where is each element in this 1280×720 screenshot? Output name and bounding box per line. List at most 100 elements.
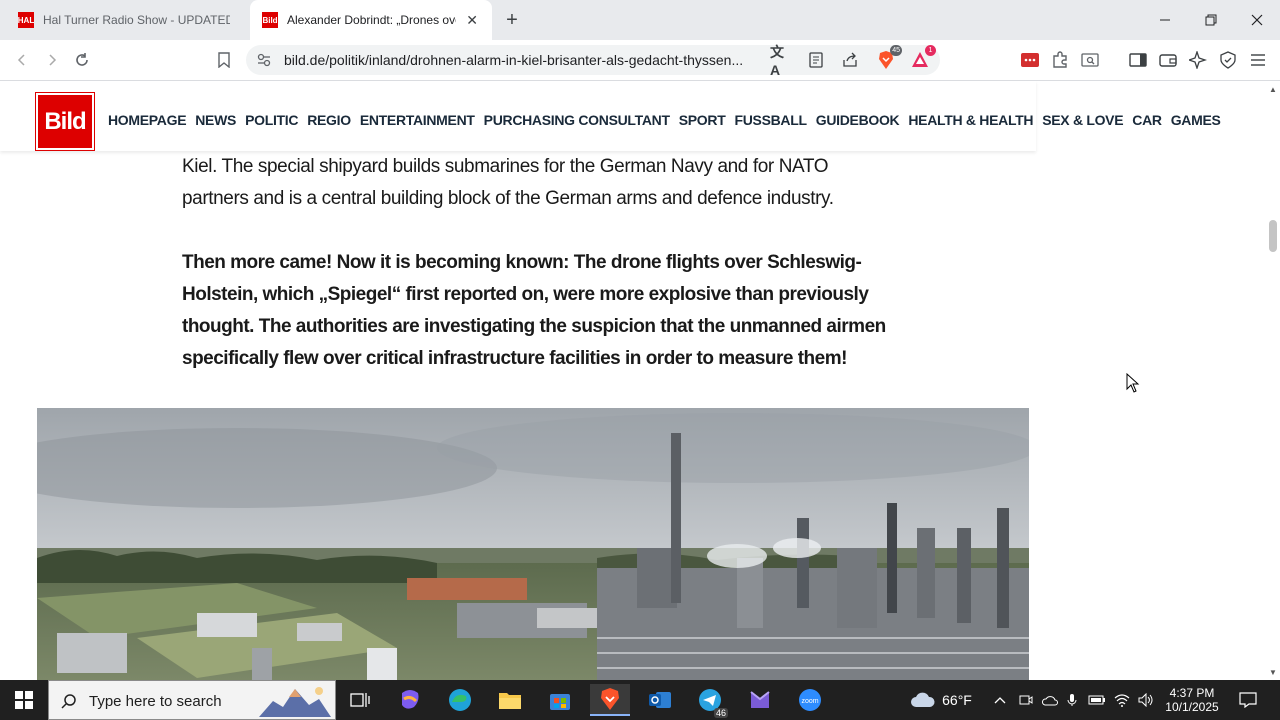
wifi-button[interactable]: [1112, 680, 1132, 720]
svg-text:zoom: zoom: [801, 698, 818, 705]
clock-time: 4:37 PM: [1169, 686, 1215, 700]
close-tab-icon[interactable]: ✕: [464, 12, 480, 28]
nav-health[interactable]: HEALTH & HEALTH: [908, 112, 1033, 128]
shields-count-badge: 45: [890, 45, 902, 56]
site-settings-icon[interactable]: [256, 52, 272, 73]
nav-games[interactable]: GAMES: [1171, 112, 1221, 128]
copilot-app[interactable]: [390, 684, 430, 716]
weather-widget[interactable]: 66°F: [906, 680, 976, 720]
outlook-app[interactable]: [640, 684, 680, 716]
nav-regio[interactable]: REGIO: [307, 112, 351, 128]
zoom-app[interactable]: zoom: [790, 684, 830, 716]
main-menu-button[interactable]: [1246, 48, 1270, 72]
nav-purchasing-consultant[interactable]: PURCHASING CONSULTANT: [484, 112, 670, 128]
close-window-button[interactable]: [1234, 0, 1280, 40]
notification-center-button[interactable]: [1234, 680, 1262, 720]
translate-icon: 文A: [770, 44, 784, 78]
scrollbar-thumb[interactable]: [1269, 220, 1277, 252]
brave-app[interactable]: [590, 684, 630, 716]
wallet-icon: [1159, 54, 1177, 67]
teams-app[interactable]: [740, 684, 780, 716]
article-body: Kiel. The special shipyard builds submar…: [182, 151, 892, 375]
share-button[interactable]: [838, 48, 862, 72]
nav-politic[interactable]: POLITIC: [245, 112, 298, 128]
scroll-down-icon[interactable]: ▼: [1269, 668, 1277, 677]
vpn-shield-icon: [1220, 51, 1236, 69]
address-bar[interactable]: bild.de/politik/inland/drohnen-alarm-in-…: [246, 45, 940, 75]
extensions-menu-button[interactable]: [1048, 48, 1072, 72]
minimize-button[interactable]: [1142, 0, 1188, 40]
scroll-up-icon[interactable]: ▲: [1269, 85, 1277, 94]
nav-homepage[interactable]: HOMEPAGE: [108, 112, 187, 128]
share-icon: [843, 52, 857, 67]
url-text: bild.de/politik/inland/drohnen-alarm-in-…: [284, 52, 744, 68]
wifi-icon: [1114, 694, 1130, 707]
bookmark-icon: [218, 52, 230, 68]
extension-button[interactable]: [1018, 48, 1042, 72]
nav-fussball[interactable]: FUSSBALL: [734, 112, 807, 128]
copilot-icon: [402, 690, 419, 709]
meet-now-button[interactable]: [1016, 680, 1036, 720]
volume-button[interactable]: [1136, 680, 1156, 720]
brave-shields-button[interactable]: 45: [874, 45, 902, 72]
tab-strip: HAL Hal Turner Radio Show - UPDATED 1 Bi…: [0, 0, 1280, 40]
hamburger-icon: [1251, 54, 1265, 66]
tab-title: Hal Turner Radio Show - UPDATED 1: [43, 13, 230, 27]
teams-icon: [750, 691, 770, 708]
brave-rewards-button[interactable]: 1: [908, 45, 936, 72]
microphone-button[interactable]: [1064, 680, 1080, 720]
forward-button[interactable]: [40, 48, 64, 72]
nav-sport[interactable]: SPORT: [679, 112, 726, 128]
start-button[interactable]: [0, 680, 48, 720]
hal-favicon: HAL: [18, 12, 34, 28]
chevron-up-icon: [994, 697, 1006, 704]
nav-entertainment[interactable]: ENTERTAINMENT: [360, 112, 475, 128]
store-app[interactable]: [540, 684, 580, 716]
nav-car[interactable]: CAR: [1132, 112, 1162, 128]
bild-logo[interactable]: Bild: [35, 92, 95, 151]
tab-bild-article[interactable]: Bild Alexander Dobrindt: „Drones ove ✕: [250, 0, 492, 40]
back-button[interactable]: [10, 48, 34, 72]
extension-red-icon: [1021, 53, 1039, 67]
bild-favicon: Bild: [262, 12, 278, 28]
sidebar-icon: [1129, 53, 1147, 67]
site-nav: HOMEPAGE NEWS POLITIC REGIO ENTERTAINMEN…: [108, 112, 1221, 128]
reader-mode-button[interactable]: [804, 48, 828, 72]
reload-button[interactable]: [70, 48, 94, 72]
sidebar-button[interactable]: [1126, 48, 1150, 72]
bookmark-button[interactable]: [212, 48, 236, 72]
tray-overflow-button[interactable]: [990, 680, 1010, 720]
battery-button[interactable]: [1086, 680, 1108, 720]
wallet-button[interactable]: [1156, 48, 1180, 72]
site-header: Bild HOMEPAGE NEWS POLITIC REGIO ENTERTA…: [0, 81, 1221, 151]
telegram-app[interactable]: 46: [690, 684, 730, 718]
nav-guidebook[interactable]: GUIDEBOOK: [816, 112, 900, 128]
weather-temp: 66°F: [942, 692, 972, 708]
clock[interactable]: 4:37 PM 10/1/2025: [1160, 680, 1224, 720]
search-icon: [61, 694, 76, 709]
new-tab-button[interactable]: +: [500, 6, 524, 34]
edge-app[interactable]: [440, 684, 480, 716]
translate-button[interactable]: 文A: [770, 44, 794, 78]
microphone-icon: [1067, 694, 1077, 706]
reader-mode-icon: [809, 52, 823, 68]
cloud-icon: [911, 692, 935, 707]
article-photo-refinery: [37, 408, 1029, 680]
rewards-count-badge: 1: [925, 45, 936, 56]
task-view-button[interactable]: [340, 684, 380, 716]
sparkle-icon: [1189, 51, 1207, 69]
onedrive-button[interactable]: [1040, 680, 1060, 720]
vpn-button[interactable]: [1216, 48, 1240, 72]
nav-sex-love[interactable]: SEX & LOVE: [1042, 112, 1123, 128]
page-scrollbar[interactable]: ▲ ▼: [1266, 81, 1280, 680]
restore-button[interactable]: [1188, 0, 1234, 40]
search-tabs-button[interactable]: [1078, 48, 1102, 72]
tab-hal-turner[interactable]: HAL Hal Turner Radio Show - UPDATED 1: [6, 0, 242, 40]
leo-ai-button[interactable]: [1186, 48, 1210, 72]
outlook-icon: [649, 692, 671, 708]
browser-toolbar: bild.de/politik/inland/drohnen-alarm-in-…: [0, 40, 1280, 81]
forward-arrow-icon: [49, 54, 57, 66]
taskbar-search-box[interactable]: Type here to search: [48, 680, 336, 720]
file-explorer-app[interactable]: [490, 684, 530, 716]
nav-news[interactable]: NEWS: [195, 112, 236, 128]
